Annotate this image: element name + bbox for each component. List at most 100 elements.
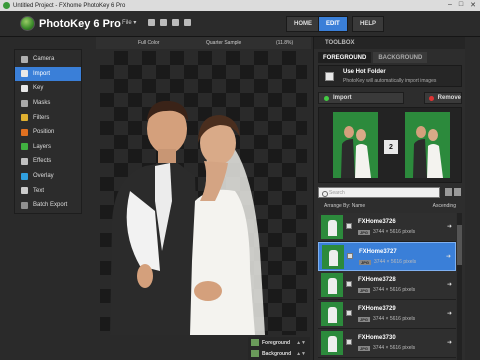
file-thumbnail — [321, 331, 343, 355]
sample-select[interactable]: Quarter Sample — [206, 40, 241, 46]
app-logo-text: PhotoKey 6 Pro — [39, 17, 121, 30]
list-item[interactable]: FXHome3730 JPG 3744 × 5616 pixels ➜ — [318, 329, 456, 358]
sidebar-item-position[interactable]: Position — [15, 125, 81, 140]
color-mode-select[interactable]: Full Color — [138, 40, 159, 46]
arrange-bar: Arrange By: Name Ascending — [318, 201, 462, 211]
preview-thumbnail — [405, 112, 450, 178]
zoom-level[interactable]: (11.8%) — [276, 40, 293, 46]
file-menu[interactable]: File ▾ — [122, 19, 136, 26]
file-checkbox[interactable] — [346, 310, 352, 316]
hot-folder-description: PhotoKey will automatically import image… — [343, 78, 437, 84]
sidebar-item-overlay[interactable]: Overlay — [15, 169, 81, 184]
file-meta: JPG 3744 × 5616 pixels — [358, 229, 415, 235]
app-icon — [3, 2, 10, 9]
file-dimensions: 3744 × 5616 pixels — [373, 287, 416, 293]
image-canvas[interactable] — [100, 51, 307, 335]
overlay-icon — [21, 172, 28, 180]
couple-photo — [110, 100, 265, 335]
file-checkbox[interactable] — [346, 223, 352, 229]
file-open-arrow-icon[interactable]: ➜ — [446, 253, 451, 260]
minimize-icon[interactable]: – — [448, 1, 452, 9]
sidebar-item-camera[interactable]: Camera — [15, 52, 81, 67]
camera-icon — [21, 55, 28, 63]
open-project-icon[interactable] — [160, 19, 167, 26]
file-format-badge: JPG — [358, 316, 371, 322]
background-layer[interactable]: Background ▲▼ — [248, 348, 310, 359]
sort-order-select[interactable]: Ascending — [433, 203, 456, 209]
sidebar-item-layers[interactable]: Layers — [15, 140, 81, 155]
settings-icon[interactable] — [184, 19, 191, 26]
grid-view-icon[interactable] — [454, 188, 461, 196]
hot-folder-checkbox[interactable] — [325, 72, 334, 81]
foreground-layer[interactable]: Foreground ▲▼ — [248, 337, 310, 348]
list-view-icon[interactable] — [445, 188, 452, 196]
sidebar-item-label: Overlay — [33, 173, 54, 180]
import-icon — [21, 70, 28, 78]
remove-icon — [429, 95, 434, 101]
remove-button[interactable]: Remove — [424, 92, 462, 104]
list-item[interactable]: FXHome3726 JPG 3744 × 5616 pixels ➜ — [318, 213, 456, 242]
app-logo: PhotoKey 6 Pro — [20, 16, 121, 31]
edit-button[interactable]: EDIT — [318, 16, 348, 32]
file-name: FXHome3730 — [358, 335, 396, 341]
sidebar-item-key[interactable]: Key — [15, 81, 81, 96]
mask-icon — [21, 99, 28, 107]
help-button[interactable]: HELP — [352, 16, 385, 32]
maximize-icon[interactable]: □ — [459, 1, 463, 9]
tab-background[interactable]: BACKGROUND — [373, 52, 428, 63]
file-checkbox[interactable] — [346, 281, 352, 287]
preview-thumbnail — [333, 112, 378, 178]
photokey-logo-icon — [20, 16, 35, 31]
file-format-badge: JPG — [358, 345, 371, 351]
file-open-arrow-icon[interactable]: ➜ — [447, 310, 452, 317]
home-button[interactable]: HOME — [286, 16, 320, 32]
sidebar-item-import[interactable]: Import — [15, 66, 81, 82]
file-thumbnail — [321, 215, 343, 239]
background-thumb-icon — [251, 350, 259, 357]
tab-foreground[interactable]: FOREGROUND — [318, 52, 372, 63]
file-name: FXHome3729 — [358, 306, 396, 312]
layer-up-icon[interactable]: ▲▼ — [296, 340, 306, 346]
sidebar-item-label: Batch Export — [33, 202, 68, 209]
foreground-thumb-icon — [251, 339, 259, 346]
file-checkbox[interactable] — [346, 339, 352, 345]
file-open-arrow-icon[interactable]: ➜ — [447, 339, 452, 346]
file-name: FXHome3728 — [358, 277, 396, 283]
file-checkbox[interactable] — [347, 253, 353, 259]
view-options-bar: Full Color Quarter Sample (11.8%) — [96, 37, 311, 49]
import-button[interactable]: Import — [318, 92, 404, 104]
sidebar-item-effects[interactable]: Effects — [15, 154, 81, 169]
sidebar-item-text[interactable]: Text — [15, 183, 81, 198]
file-name: FXHome3727 — [359, 249, 397, 255]
file-thumbnail — [321, 273, 343, 297]
file-open-arrow-icon[interactable]: ➜ — [447, 223, 452, 230]
save-project-icon[interactable] — [172, 19, 179, 26]
file-list-scrollbar[interactable] — [457, 213, 462, 360]
window-titlebar: Untitled Project - FXhome PhotoKey 6 Pro… — [0, 0, 480, 11]
list-item[interactable]: FXHome3729 JPG 3744 × 5616 pixels ➜ — [318, 300, 456, 329]
file-format-badge: JPG — [358, 287, 371, 293]
batch-export-icon — [21, 201, 28, 209]
file-format-badge: JPG — [358, 229, 371, 235]
file-format-badge: JPG — [359, 259, 372, 265]
list-item[interactable]: FXHome3727 JPG 3744 × 5616 pixels ➜ — [318, 242, 456, 271]
close-icon[interactable]: ✕ — [470, 1, 476, 9]
selection-preview: 2 — [318, 107, 462, 183]
layer-down-icon[interactable]: ▲▼ — [296, 351, 306, 357]
sidebar-item-batch-export[interactable]: Batch Export — [15, 198, 81, 213]
file-open-arrow-icon[interactable]: ➜ — [447, 281, 452, 288]
layer-toggle-panel: Foreground ▲▼ Background ▲▼ — [248, 337, 310, 360]
list-item[interactable]: FXHome3728 JPG 3744 × 5616 pixels ➜ — [318, 271, 456, 300]
sidebar-item-filters[interactable]: Filters — [15, 110, 81, 125]
sidebar-item-label: Key — [33, 85, 44, 92]
sidebar-item-label: Layers — [33, 143, 52, 150]
sidebar-item-masks[interactable]: Masks — [15, 96, 81, 111]
arrange-by-select[interactable]: Arrange By: Name — [324, 203, 365, 209]
new-project-icon[interactable] — [148, 19, 155, 26]
file-thumbnail — [322, 245, 344, 269]
window-title: Untitled Project - FXhome PhotoKey 6 Pro — [13, 2, 126, 9]
position-icon — [21, 128, 28, 136]
scrollbar-thumb[interactable] — [457, 225, 462, 265]
search-input[interactable]: Search — [318, 187, 440, 198]
file-dimensions: 3744 × 5616 pixels — [373, 316, 416, 322]
